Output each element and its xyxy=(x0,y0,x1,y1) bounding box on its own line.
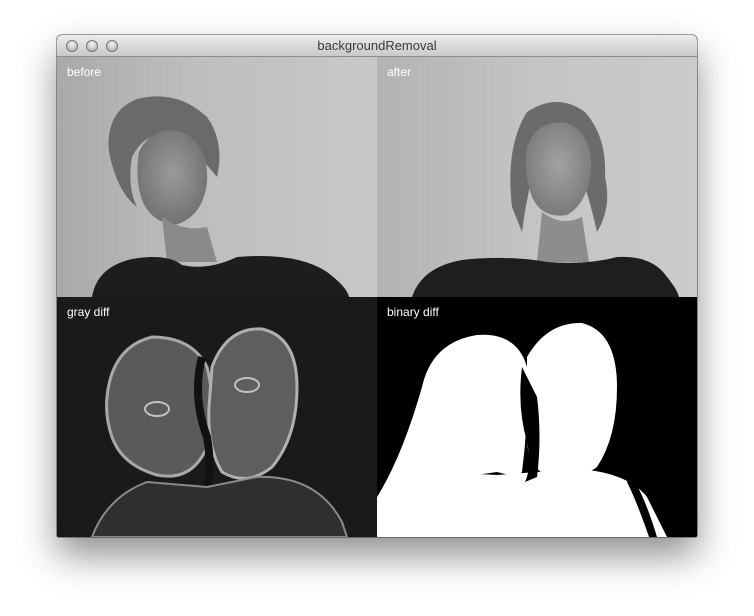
after-image xyxy=(412,102,679,297)
after-panel: after xyxy=(377,57,697,297)
gray-diff-image xyxy=(90,327,349,537)
before-image xyxy=(92,96,349,297)
before-label: before xyxy=(67,65,102,79)
after-label: after xyxy=(387,65,412,79)
binary-diff-label: binary diff xyxy=(387,305,439,319)
gray-diff-label: gray diff xyxy=(67,305,110,319)
app-window: backgroundRemoval before after gray diff… xyxy=(57,35,697,537)
title-bar[interactable]: backgroundRemoval xyxy=(57,35,697,57)
binary-diff-panel: binary diff xyxy=(377,297,697,537)
window-title: backgroundRemoval xyxy=(317,38,437,53)
before-panel: before xyxy=(57,57,377,297)
binary-diff-image xyxy=(377,322,667,537)
gray-diff-panel: gray diff xyxy=(57,297,377,537)
